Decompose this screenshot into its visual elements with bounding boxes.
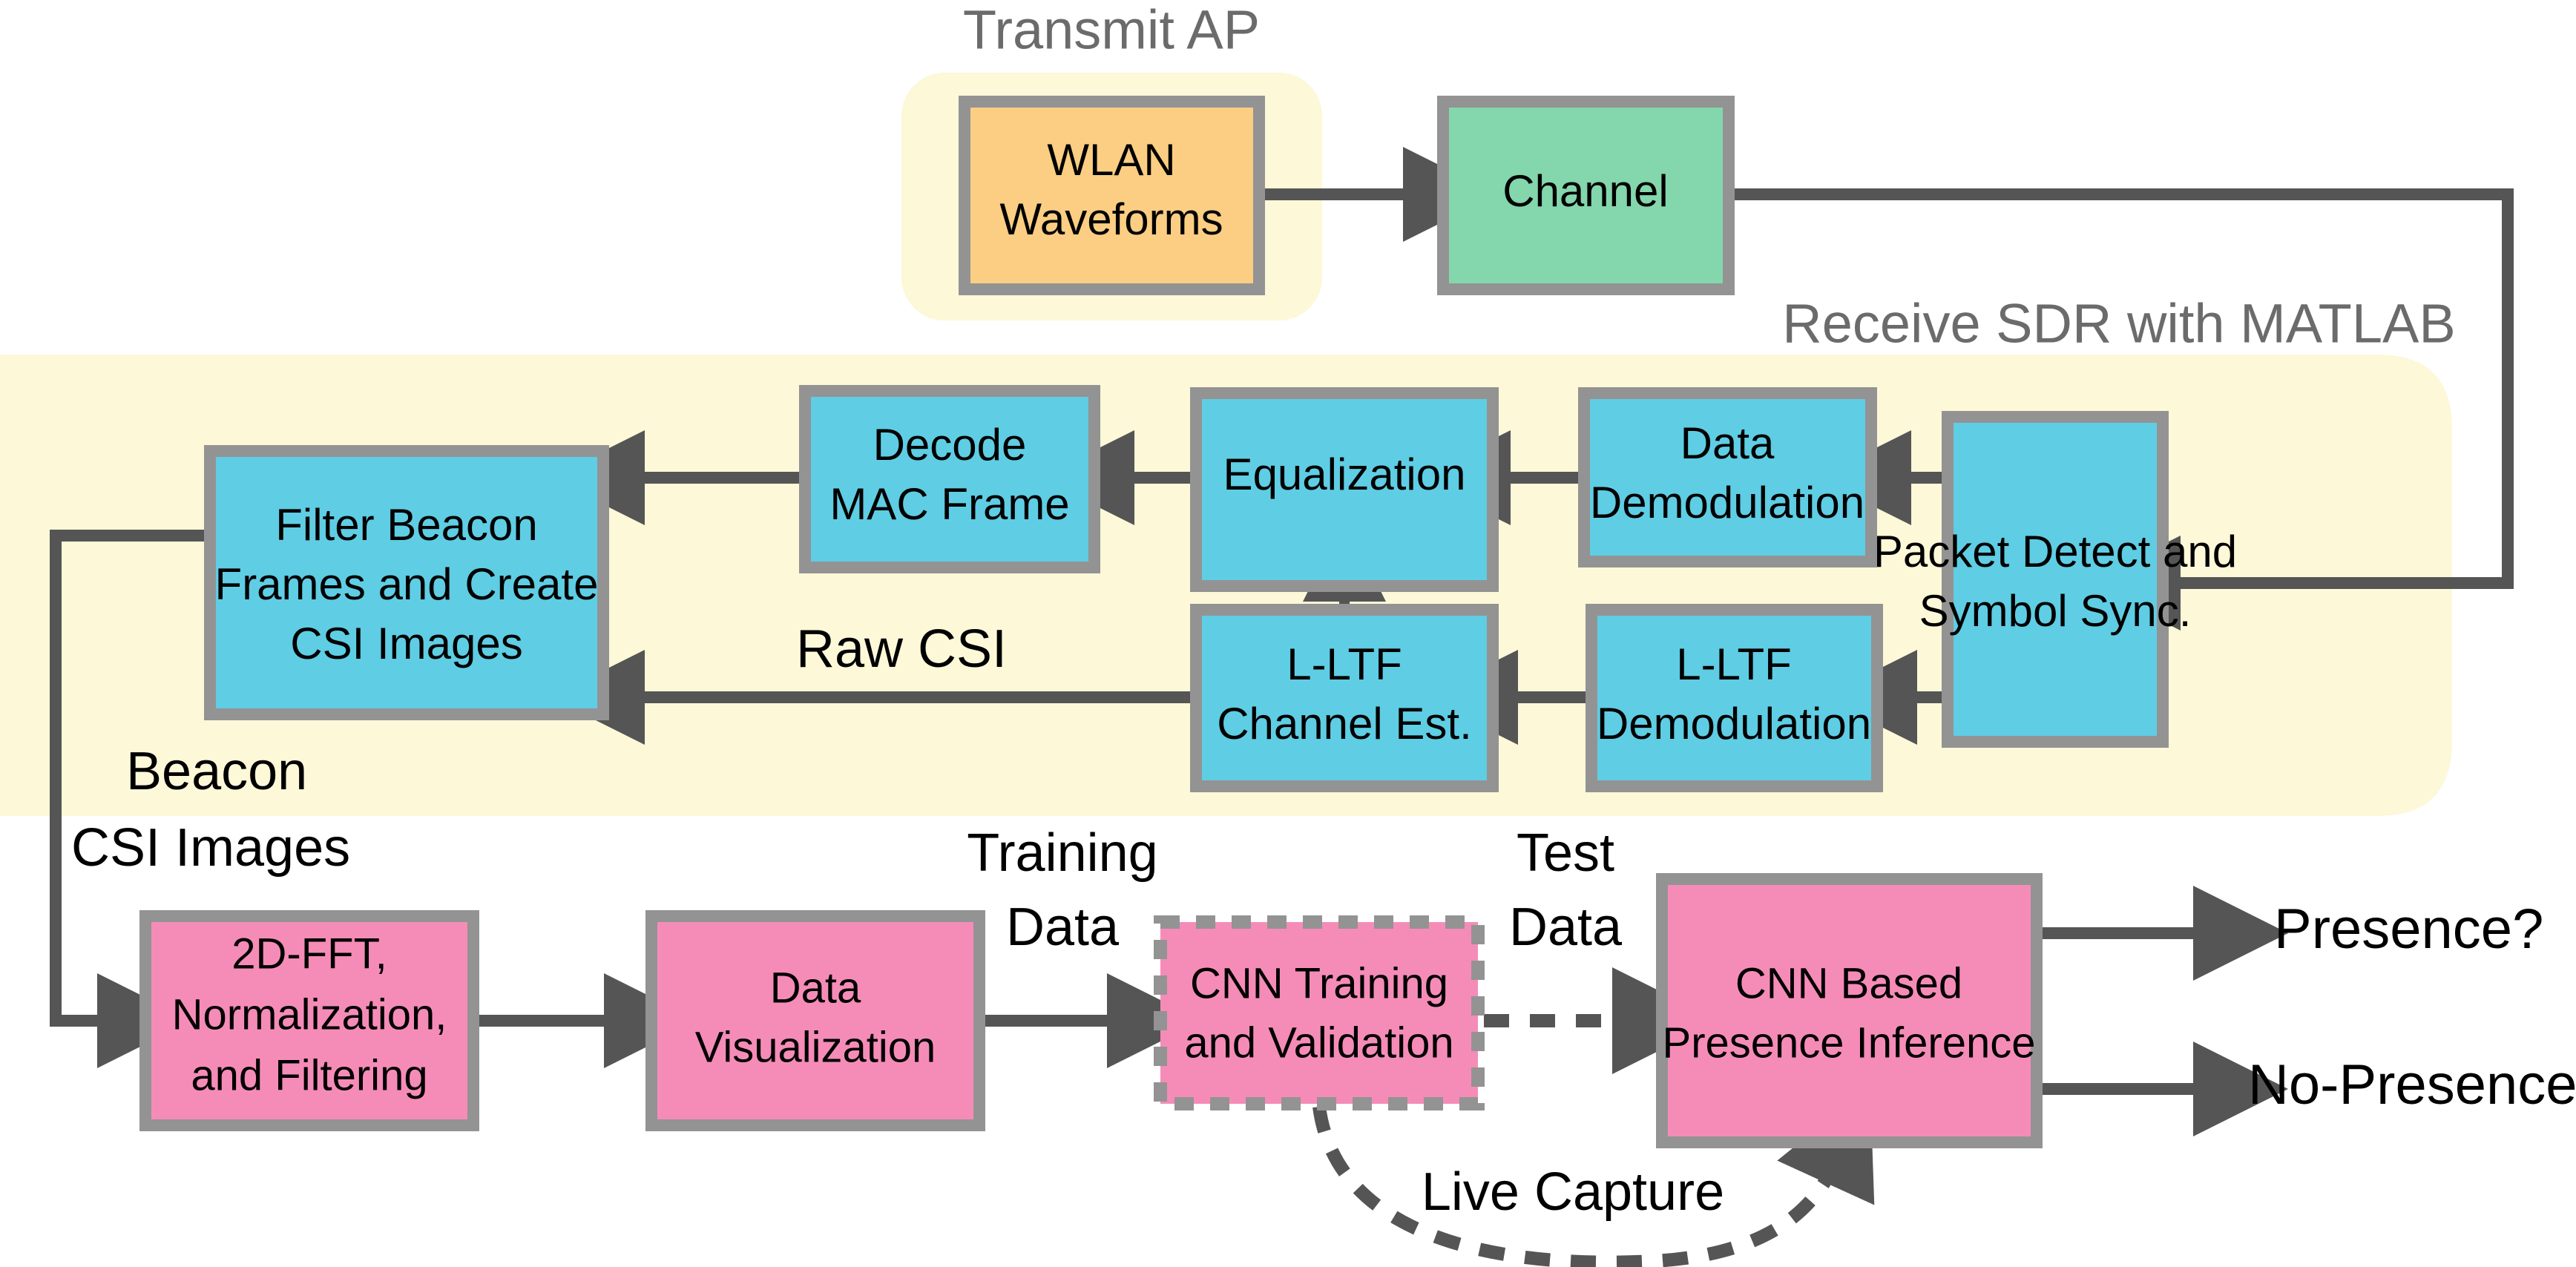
box-packet-detect-line2: Symbol Sync. [1919, 586, 2192, 636]
box-wlan-waveforms-line1: WLAN [1047, 135, 1175, 185]
box-equalization-label: Equalization [1223, 450, 1466, 499]
box-fft-line2: Normalization, [172, 990, 447, 1039]
box-fft-normalization-filtering[interactable]: 2D-FFT, Normalization, and Filtering [139, 910, 479, 1131]
box-lltf-channel-est-line1: L-LTF [1287, 639, 1402, 689]
box-channel[interactable]: Channel [1437, 96, 1735, 295]
label-beacon-line2: CSI Images [71, 818, 350, 878]
label-raw-csi: Raw CSI [796, 619, 1007, 679]
box-wlan-waveforms[interactable]: WLAN Waveforms [959, 96, 1265, 295]
box-data-demodulation-line2: Demodulation [1590, 478, 1864, 527]
box-data-demodulation[interactable]: Data Demodulation [1578, 387, 1877, 567]
box-data-visualization-line1: Data [770, 964, 861, 1012]
label-test-line2: Data [1509, 898, 1623, 957]
box-cnn-presence-inference[interactable]: CNN Based Presence Inference [1656, 873, 2043, 1148]
box-wlan-waveforms-line2: Waveforms [999, 194, 1223, 244]
box-fft-line1: 2D-FFT, [231, 929, 387, 978]
box-filter-beacon-line1: Filter Beacon [275, 500, 538, 550]
output-no-presence: No-Presence? [2248, 1053, 2576, 1116]
box-cnn-training[interactable]: CNN Training and Validation [1154, 915, 1485, 1110]
transmit-ap-title: Transmit AP [963, 0, 1260, 61]
box-data-demodulation-line1: Data [1680, 418, 1775, 468]
output-presence: Presence? [2274, 898, 2543, 961]
box-data-visualization[interactable]: Data Visualization [645, 910, 985, 1131]
box-channel-label: Channel [1502, 166, 1669, 216]
box-lltf-channel-est-line2: Channel Est. [1217, 699, 1472, 748]
box-lltf-demodulation-line1: L-LTF [1676, 639, 1792, 689]
label-training-line2: Data [1006, 898, 1120, 957]
label-training-line1: Training [967, 823, 1157, 883]
box-lltf-demodulation[interactable]: L-LTF Demodulation [1586, 604, 1883, 792]
box-data-visualization-line2: Visualization [695, 1023, 936, 1071]
label-live-capture: Live Capture [1422, 1162, 1724, 1222]
box-cnn-training-line1: CNN Training [1190, 959, 1448, 1007]
box-decode-mac-frame-line1: Decode [873, 420, 1027, 470]
box-lltf-channel-est[interactable]: L-LTF Channel Est. [1190, 604, 1499, 792]
box-decode-mac-frame-line2: MAC Frame [829, 479, 1069, 529]
box-equalization[interactable]: Equalization [1190, 387, 1499, 592]
box-filter-beacon[interactable]: Filter Beacon Frames and Create CSI Imag… [204, 445, 609, 720]
label-beacon-line1: Beacon [126, 742, 307, 801]
box-cnn-inference-line2: Presence Inference [1663, 1018, 2036, 1067]
box-packet-detect-line1: Packet Detect and [1873, 527, 2237, 576]
diagram-canvas: Transmit AP Receive SDR with MATLAB WLAN… [0, 0, 2576, 1267]
box-filter-beacon-line2: Frames and Create [215, 559, 599, 609]
box-filter-beacon-line3: CSI Images [290, 619, 522, 668]
box-decode-mac-frame[interactable]: Decode MAC Frame [799, 385, 1100, 573]
box-fft-line3: and Filtering [191, 1051, 427, 1099]
box-cnn-training-line2: and Validation [1184, 1018, 1453, 1067]
receive-sdr-title: Receive SDR with MATLAB [1782, 293, 2455, 355]
label-test-line1: Test [1517, 823, 1614, 883]
box-cnn-inference-line1: CNN Based [1735, 959, 1962, 1007]
flow-diagram: Transmit AP Receive SDR with MATLAB WLAN… [0, 0, 2576, 1267]
box-lltf-demodulation-line2: Demodulation [1597, 699, 1871, 748]
